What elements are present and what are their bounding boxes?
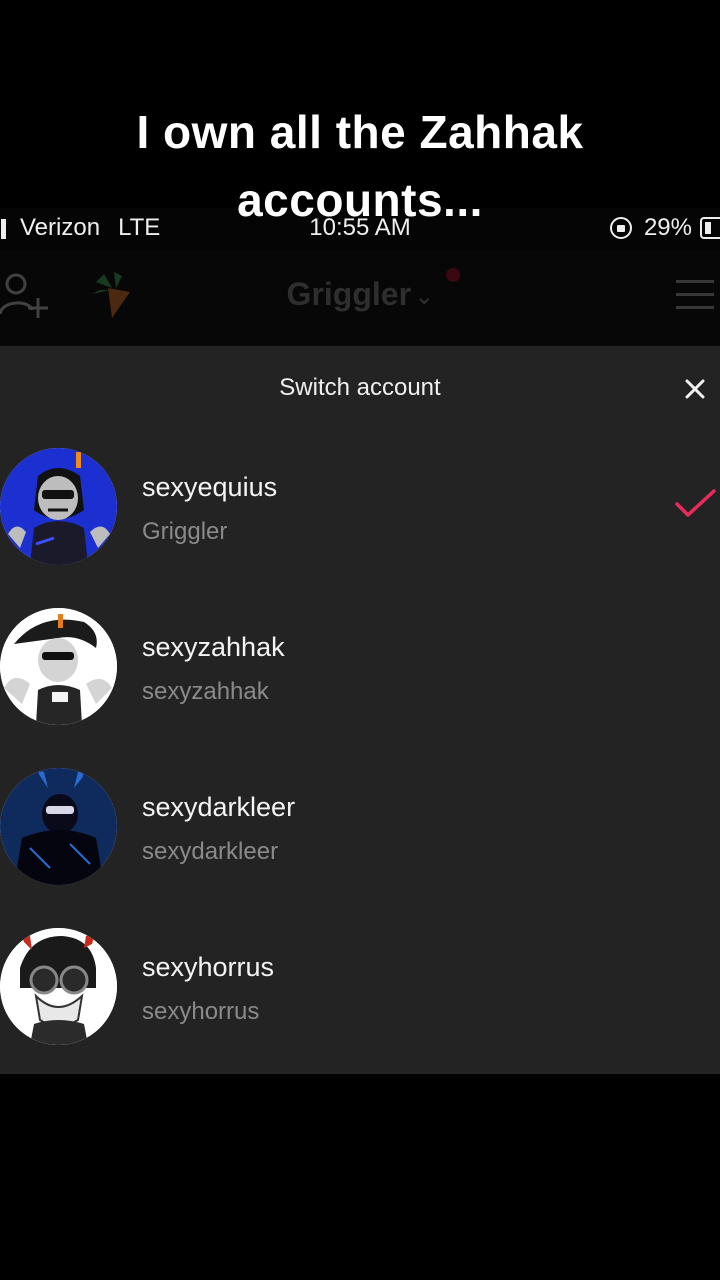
menu-icon[interactable] [676, 280, 714, 312]
account-username: sexyequius [142, 472, 278, 502]
account-nickname: sexyhorrus [142, 998, 260, 1025]
sheet-header: Switch account [0, 346, 720, 430]
avatar [0, 928, 117, 1045]
account-row-sexydarkleer[interactable]: sexydarkleer sexydarkleer [0, 746, 720, 906]
notification-dot [446, 268, 460, 282]
caption-line-2: accounts... [237, 174, 483, 226]
account-row-sexyzahhak[interactable]: sexyzahhak sexyzahhak [0, 586, 720, 746]
account-username: sexyzahhak [142, 632, 285, 662]
account-switcher-title[interactable]: Griggler ⌄ [0, 276, 720, 313]
account-row-sexyequius[interactable]: sexyequius Griggler [0, 426, 720, 586]
avatar [0, 608, 117, 725]
profile-app-bar: Griggler ⌄ [0, 250, 720, 346]
account-nickname: sexyzahhak [142, 678, 269, 705]
chevron-down-icon: ⌄ [415, 283, 434, 309]
profile-username: Griggler [286, 276, 412, 312]
account-row-sexyhorrus[interactable]: sexyhorrus sexyhorrus [0, 906, 720, 1066]
account-username: sexyhorrus [142, 952, 275, 982]
close-icon[interactable] [680, 374, 710, 404]
account-nickname: sexydarkleer [142, 838, 279, 865]
avatar [0, 768, 117, 885]
caption-line-1: I own all the Zahhak [136, 106, 584, 158]
account-username: sexydarkleer [142, 792, 296, 822]
checkmark-icon [675, 489, 716, 517]
sheet-title: Switch account [279, 374, 441, 401]
avatar [0, 448, 117, 565]
switch-account-sheet: Switch account sexyequius Griggler sexyz… [0, 346, 720, 1074]
video-caption: I own all the Zahhak accounts... [0, 98, 720, 234]
account-nickname: Griggler [142, 518, 228, 545]
